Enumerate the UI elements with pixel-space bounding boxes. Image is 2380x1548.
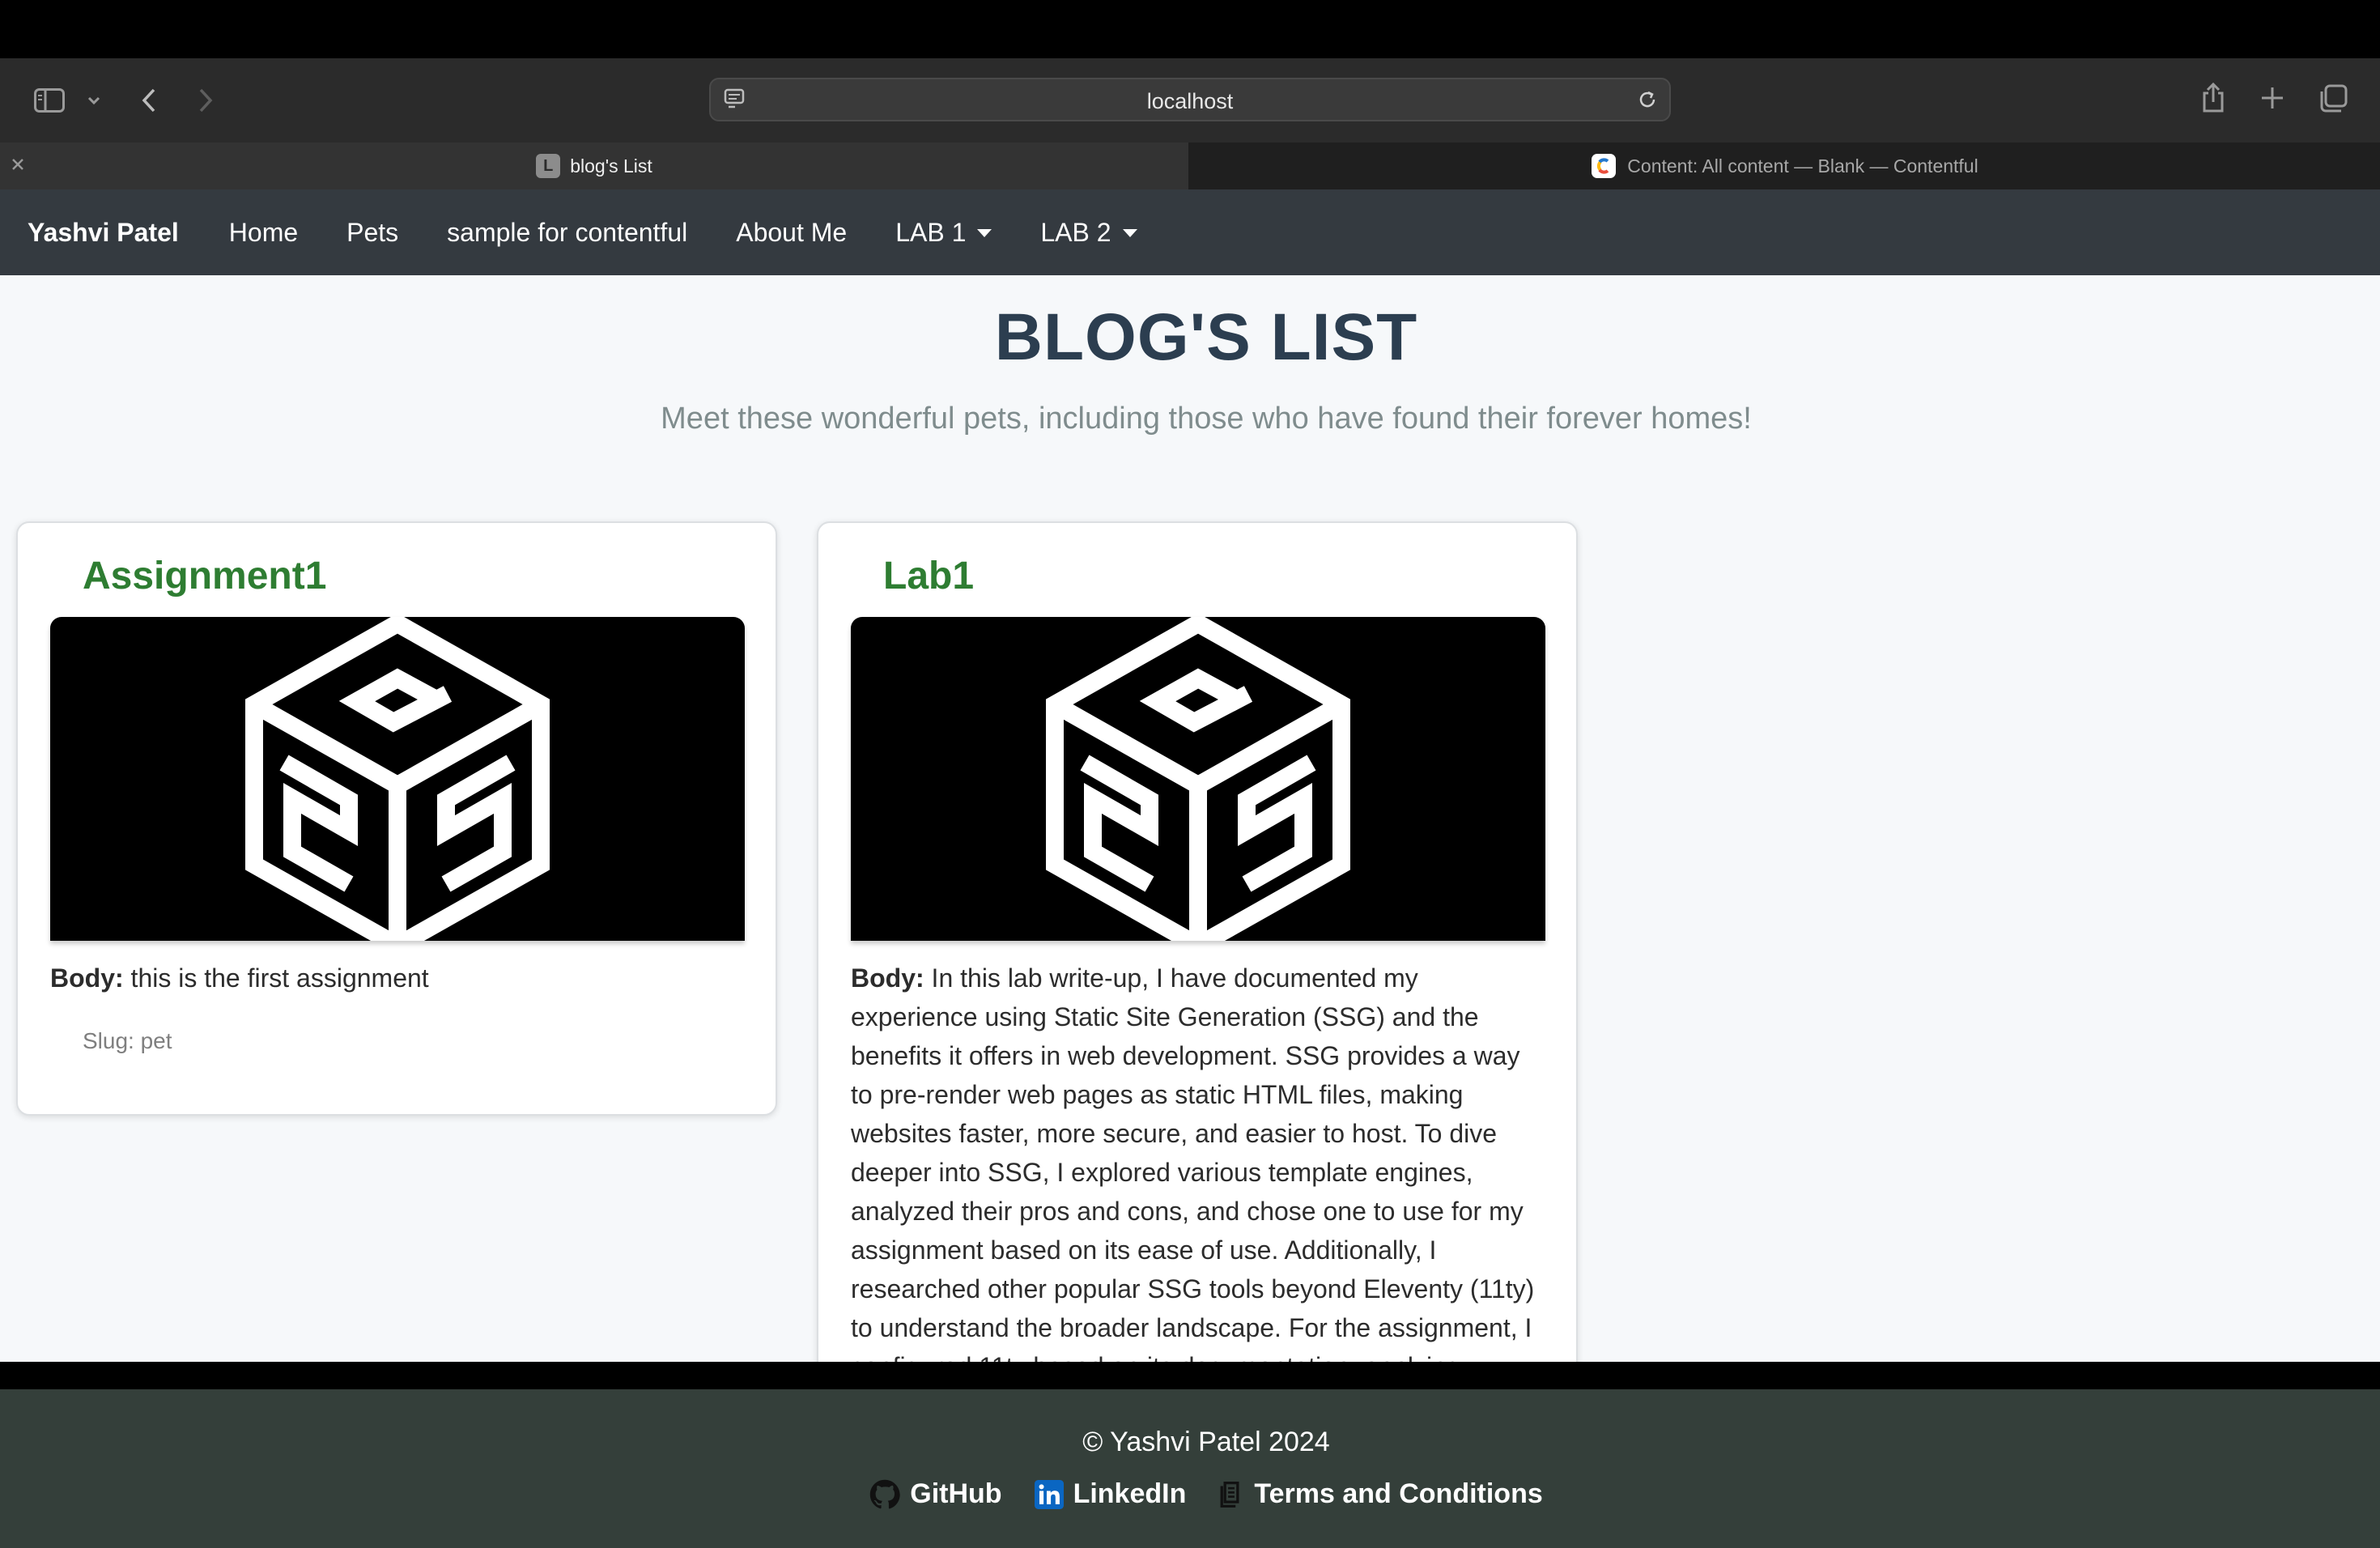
contentful-logo-icon [1592, 154, 1617, 178]
forward-icon[interactable] [193, 86, 219, 115]
github-icon [870, 1479, 900, 1508]
sidebar-toggle-icon[interactable] [32, 84, 66, 117]
footer-link-label: GitHub [910, 1478, 1002, 1509]
caret-down-icon [1122, 229, 1137, 237]
footer-link-linkedin[interactable]: LinkedIn [1034, 1478, 1187, 1510]
nav-dropdown-lab-1[interactable]: LAB 1 [895, 218, 992, 248]
browser-toolbar: localhost [0, 58, 2380, 142]
close-tab-icon[interactable] [10, 155, 29, 175]
page-content: BLOG'S LIST Meet these wonderful pets, i… [0, 275, 2380, 1362]
site-navbar: Yashvi Patel Home Pets sample for conten… [0, 189, 2380, 275]
page-subtitle: Meet these wonderful pets, including tho… [661, 402, 1752, 436]
nav-item-about-me[interactable]: About Me [736, 218, 847, 248]
footer-link-label: Terms and Conditions [1254, 1478, 1543, 1509]
tab-label: blog's List [570, 155, 652, 176]
chevron-down-icon[interactable] [84, 91, 104, 110]
ssg-logo-image [50, 617, 745, 941]
tab-bar: L blog's List Content: All content — Bla… [0, 142, 2380, 189]
blog-card-body: Body: In this lab write-up, I have docum… [851, 959, 1545, 1362]
footer-link-github[interactable]: GitHub [869, 1478, 1002, 1510]
nav-dropdown-lab-2[interactable]: LAB 2 [1040, 218, 1137, 248]
blog-card-title: Assignment1 [83, 555, 327, 598]
footer-link-terms[interactable]: Terms and Conditions [1218, 1478, 1543, 1510]
body-text: this is the first assignment [130, 963, 429, 993]
blog-card-slug: Slug: pet [83, 1028, 172, 1053]
tab-contentful[interactable]: Content: All content — Blank — Contentfu… [1190, 142, 2380, 189]
screen-top-bar [0, 0, 2380, 58]
footer-link-label: LinkedIn [1073, 1478, 1187, 1509]
new-tab-icon[interactable] [2259, 84, 2286, 112]
tab-favicon: L [536, 154, 561, 178]
body-label: Body: [851, 963, 924, 993]
page-title: BLOG'S LIST [994, 300, 1418, 374]
caret-down-icon [977, 229, 992, 237]
blog-card-body: Body: this is the first assignment [50, 959, 745, 997]
reload-icon[interactable] [1635, 87, 1660, 112]
navbar-brand[interactable]: Yashvi Patel [28, 218, 179, 248]
nav-item-home[interactable]: Home [229, 218, 298, 248]
blog-card-title: Lab1 [883, 555, 975, 598]
nav-item-sample-for-contentful[interactable]: sample for contentful [447, 218, 687, 248]
tab-overview-icon[interactable] [2317, 83, 2349, 115]
body-text: In this lab write-up, I have documented … [851, 963, 1535, 1362]
blog-card: Assignment1 Body: this is the first assi… [16, 521, 777, 1116]
share-icon[interactable] [2199, 79, 2228, 117]
blog-card: Lab1 Body: In this lab write-up, I have … [817, 521, 1578, 1362]
body-label: Body: [50, 963, 124, 993]
nav-item-pets[interactable]: Pets [346, 218, 398, 248]
tab-label: Content: All content — Blank — Contentfu… [1627, 155, 1978, 176]
document-icon [1220, 1481, 1239, 1508]
footer-copyright: © Yashvi Patel 2024 [1082, 1427, 1330, 1457]
url-text[interactable]: localhost [711, 89, 1669, 114]
nav-item-label: LAB 1 [895, 217, 967, 247]
ssg-logo-image [851, 617, 1545, 941]
nav-item-label: LAB 2 [1040, 217, 1111, 247]
linkedin-icon [1034, 1479, 1064, 1509]
site-footer: © Yashvi Patel 2024 GitHub LinkedIn Term… [0, 1389, 2380, 1548]
address-bar[interactable]: localhost [709, 78, 1671, 121]
tab-blogs-list[interactable]: L blog's List [0, 142, 1188, 189]
back-icon[interactable] [136, 86, 162, 115]
footer-links: GitHub LinkedIn Terms and Conditions [0, 1478, 2380, 1510]
